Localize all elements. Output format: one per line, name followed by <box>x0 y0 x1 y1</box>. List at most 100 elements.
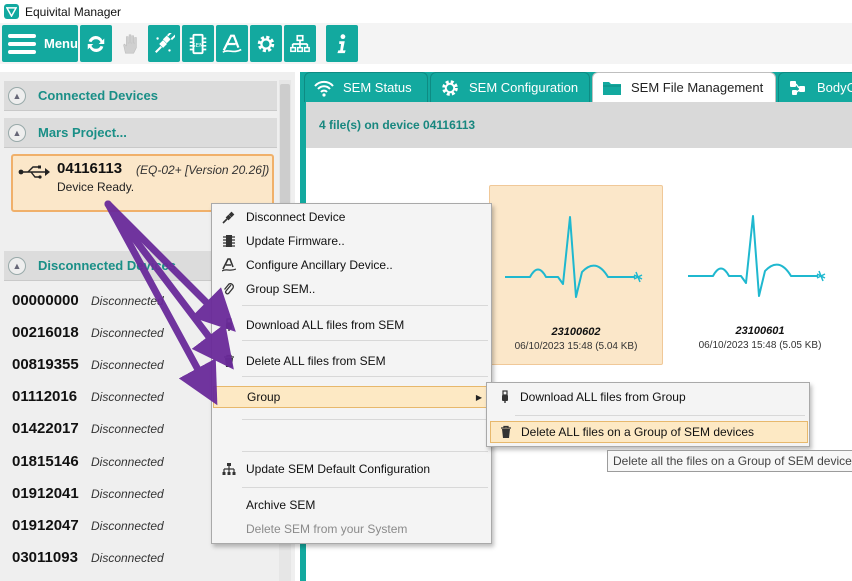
device-id: 01912041 <box>12 485 79 502</box>
device-id: 01912047 <box>12 517 79 534</box>
tab-label: BodyCa <box>817 80 852 95</box>
usb-download-icon <box>496 388 514 406</box>
configuration-button[interactable] <box>250 25 282 62</box>
info-button[interactable] <box>326 25 358 62</box>
group-label: Disconnected Devices <box>38 258 177 273</box>
menu-item-group[interactable]: Group ▶ <box>213 386 491 408</box>
submenu-item-download-group[interactable]: Download ALL files from Group <box>490 386 808 408</box>
menu-label: Menu <box>44 36 78 51</box>
device-row[interactable]: 01912041 Disconnected <box>12 485 164 509</box>
ancillary-device-icon <box>222 34 242 53</box>
tab-sem-configuration[interactable]: SEM Configuration <box>430 72 590 102</box>
file-meta: 06/10/2023 15:48 (5.04 KB) <box>514 341 638 352</box>
menu-separator <box>242 487 488 488</box>
menu-item-delete-all-sem[interactable]: Delete ALL files from SEM <box>213 350 491 372</box>
device-id: 00000000 <box>12 292 79 309</box>
menu-item-disconnect-device[interactable]: Disconnect Device <box>213 206 491 228</box>
configure-ancillary-button[interactable] <box>216 25 248 62</box>
firmware-chip-icon: SEM <box>189 33 207 54</box>
file-meta: 06/10/2023 15:48 (5.05 KB) <box>698 340 822 351</box>
device-status: Device Ready. <box>57 180 135 194</box>
file-name: 23100602 <box>551 326 601 338</box>
device-row[interactable]: 01112016 Disconnected <box>12 388 164 412</box>
device-row[interactable]: 01912047 Disconnected <box>12 517 164 541</box>
chevron-up-icon[interactable]: ▲ <box>8 256 26 275</box>
disconnect-plug-icon <box>220 208 238 226</box>
menu-separator <box>242 376 488 377</box>
device-version: (EQ-02+ [Version 20.26]) <box>136 163 270 177</box>
device-serial: 04116113 <box>57 160 123 177</box>
device-status: Disconnected <box>91 358 164 372</box>
title-bar: Equivital Manager <box>0 0 852 23</box>
device-row[interactable]: 00216018 Disconnected <box>12 324 164 348</box>
submenu-item-delete-group[interactable]: Delete ALL files on a Group of SEM devic… <box>490 421 808 443</box>
disconnect-device-button[interactable] <box>148 25 180 62</box>
device-row[interactable]: 00000000 Disconnected <box>12 292 164 316</box>
update-firmware-button[interactable]: SEM <box>182 25 214 62</box>
wifi-signal-icon <box>314 80 334 97</box>
tab-sem-file-management[interactable]: SEM File Management <box>592 72 776 102</box>
tab-label: SEM File Management <box>631 80 764 95</box>
paperclip-icon <box>220 280 238 298</box>
menu-item-label: Group <box>247 390 281 404</box>
device-id: 00819355 <box>12 356 79 373</box>
device-id: 03011093 <box>12 549 78 566</box>
device-id: 01422017 <box>12 420 79 437</box>
menu-item-update-default-config[interactable]: Update SEM Default Configuration <box>213 458 491 480</box>
sync-button[interactable] <box>80 25 112 62</box>
device-id: 01112016 <box>12 388 78 405</box>
menu-item-label: Group SEM.. <box>246 282 316 296</box>
menu-item-group-sem[interactable]: Group SEM.. <box>213 278 491 300</box>
file-summary-bar: 4 file(s) on device 04116113 <box>306 102 852 148</box>
trash-icon <box>497 423 515 441</box>
device-row[interactable]: 00819355 Disconnected <box>12 356 164 380</box>
usb-icon <box>18 165 50 179</box>
menu-item-archive-sem[interactable]: Archive SEM <box>213 494 491 516</box>
device-row[interactable]: 03011093 Disconnected <box>12 549 164 573</box>
gear-icon <box>257 35 275 52</box>
menu-item-update-firmware[interactable]: Update Firmware.. <box>213 230 491 252</box>
group-label: Connected Devices <box>38 88 158 103</box>
menu-item-label: Update SEM Default Configuration <box>246 462 431 476</box>
menu-item-download-all-sem[interactable]: Download ALL files from SEM <box>213 314 491 336</box>
device-row[interactable]: 01815146 Disconnected <box>12 453 164 477</box>
gear-icon <box>442 79 458 96</box>
device-status: Disconnected <box>91 551 164 565</box>
tab-label: SEM Configuration <box>469 80 579 95</box>
tab-label: SEM Status <box>343 80 412 95</box>
menu-item-label: Delete ALL files from SEM <box>246 354 386 368</box>
hand-button[interactable] <box>114 25 146 62</box>
menu-item-label: Download ALL files from SEM <box>246 318 405 332</box>
device-row[interactable]: 01422017 Disconnected <box>12 420 164 444</box>
menu-separator <box>515 415 805 416</box>
menu-button[interactable]: Menu <box>2 25 78 62</box>
firmware-chip-icon <box>220 232 238 250</box>
file-summary: 4 file(s) on device 04116113 <box>319 118 476 132</box>
chevron-up-icon[interactable]: ▲ <box>8 86 26 105</box>
tab-bodycam[interactable]: BodyCa <box>778 72 852 102</box>
menu-separator <box>242 305 488 306</box>
tab-strip: SEM Status SEM Configuration SEM File Ma… <box>300 72 852 102</box>
menu-item-configure-ancillary[interactable]: Configure Ancillary Device.. <box>213 254 491 276</box>
group-label: Mars Project... <box>38 125 127 140</box>
trash-icon <box>220 352 238 370</box>
file-card[interactable]: 23100601 06/10/2023 15:48 (5.05 KB) <box>673 185 847 365</box>
chevron-up-icon[interactable]: ▲ <box>8 123 26 142</box>
app-logo-icon <box>4 4 19 19</box>
menu-item-label: Disconnect Device <box>246 210 346 224</box>
tab-sem-status[interactable]: SEM Status <box>304 72 428 102</box>
menu-item-label: Update Firmware.. <box>246 234 345 248</box>
menu-separator <box>242 340 488 341</box>
disconnect-plug-icon <box>155 32 175 53</box>
device-status: Disconnected <box>91 390 164 404</box>
window-title: Equivital Manager <box>25 4 122 19</box>
group-mars-project[interactable]: ▲ Mars Project... <box>4 118 277 148</box>
ancillary-device-icon <box>220 256 238 274</box>
group-connected-devices[interactable]: ▲ Connected Devices <box>4 81 277 111</box>
menu-item-delete-sem[interactable]: Delete SEM from your System <box>213 518 491 540</box>
sync-icon <box>87 35 105 52</box>
file-card[interactable]: 23100602 06/10/2023 15:48 (5.04 KB) <box>489 185 663 365</box>
device-status: Disconnected <box>91 326 164 340</box>
network-config-button[interactable] <box>284 25 316 62</box>
device-status: Disconnected <box>91 519 164 533</box>
